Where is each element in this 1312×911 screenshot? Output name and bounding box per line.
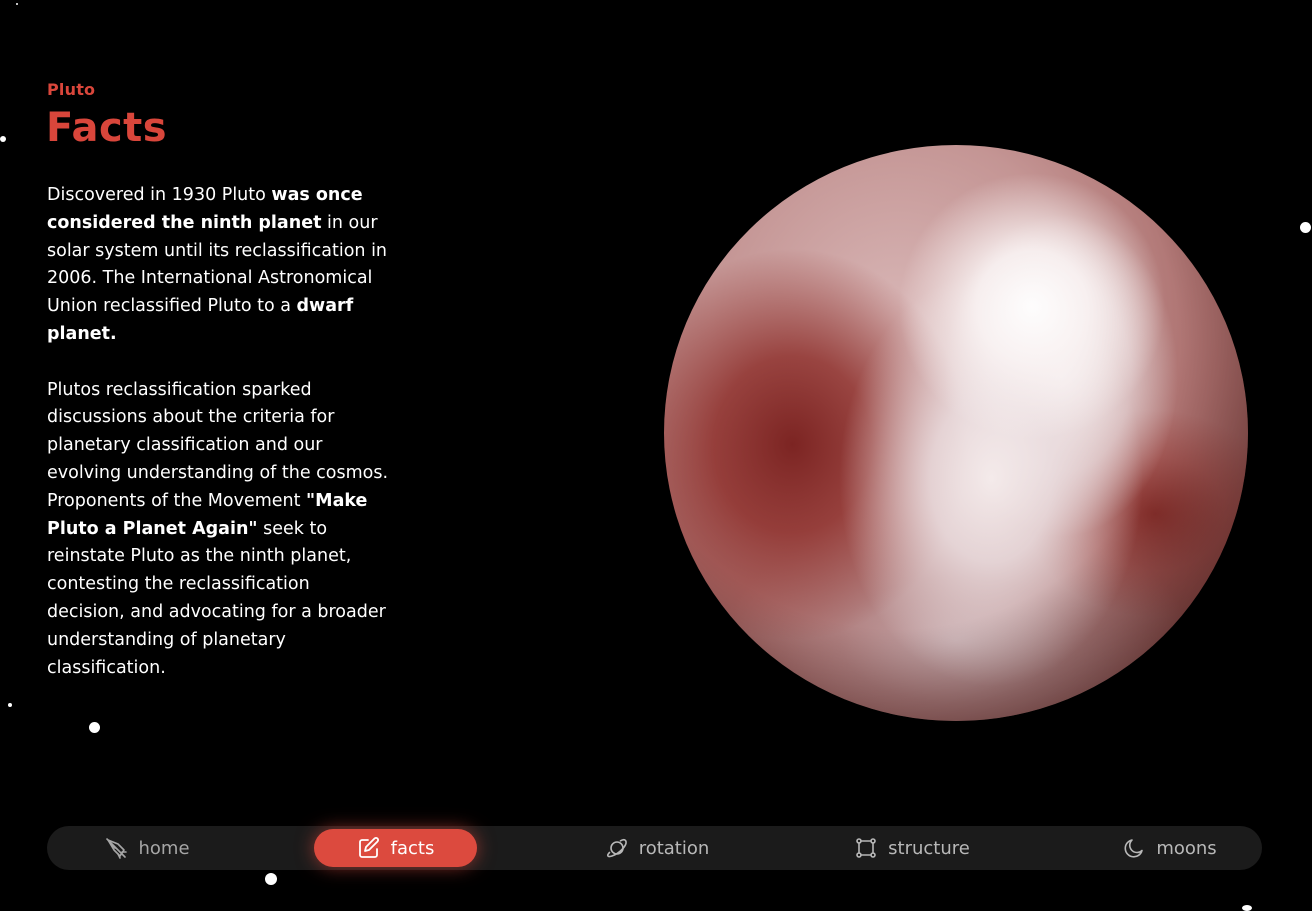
star — [0, 136, 6, 142]
nav-item-structure[interactable]: structure — [847, 826, 977, 870]
edit-icon — [357, 836, 381, 860]
facts-paragraph-2: Plutos reclassification sparked discussi… — [47, 377, 392, 683]
nav-item-moons[interactable]: moons — [1112, 826, 1227, 870]
nav-label-home: home — [138, 837, 190, 859]
planet-icon — [605, 836, 629, 860]
page-kicker: Pluto — [47, 80, 96, 99]
nav-item-facts[interactable]: facts — [314, 829, 477, 867]
nav-label-structure: structure — [888, 837, 970, 859]
star — [16, 3, 18, 5]
rocket-icon — [104, 836, 128, 860]
facts-text: Discovered in 1930 Pluto was once consid… — [47, 182, 392, 710]
page: Pluto Facts Discovered in 1930 Pluto was… — [0, 0, 1312, 911]
nodes-icon — [854, 836, 878, 860]
nav-label-rotation: rotation — [638, 837, 710, 859]
nav-label-facts: facts — [390, 837, 435, 859]
text-segment: Discovered in 1930 Pluto — [47, 185, 272, 205]
nav-item-home[interactable]: home — [87, 826, 207, 870]
star — [89, 722, 100, 733]
moon-icon — [1122, 836, 1146, 860]
star — [265, 873, 277, 885]
star — [1300, 222, 1311, 233]
facts-paragraph-1: Discovered in 1930 Pluto was once consid… — [47, 182, 392, 349]
nav-label-moons: moons — [1156, 837, 1217, 859]
bottom-nav: home facts rotation structure moons — [47, 826, 1262, 870]
text-segment: seek to reinstate Pluto as the ninth pla… — [47, 518, 386, 678]
pluto-planet-image — [664, 145, 1248, 721]
nav-item-rotation[interactable]: rotation — [592, 826, 722, 870]
star — [8, 703, 12, 707]
star — [1242, 905, 1252, 911]
page-title: Facts — [46, 105, 168, 151]
